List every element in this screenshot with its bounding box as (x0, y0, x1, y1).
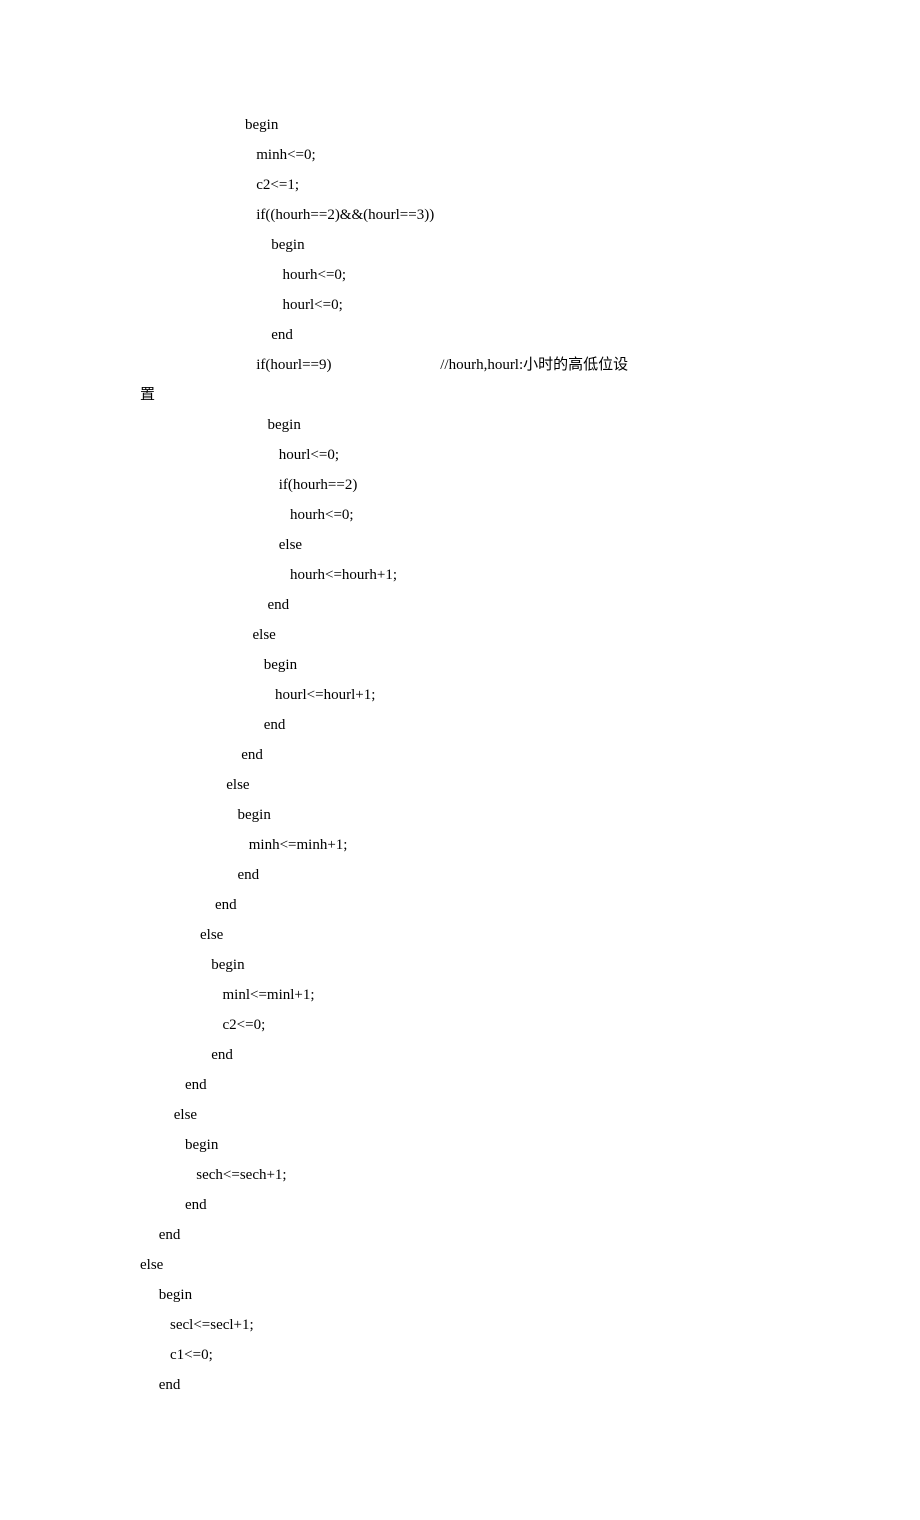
document-page: begin minh<=0; c2<=1; if((hourh==2)&&(ho… (0, 0, 920, 1520)
code-block: begin minh<=0; c2<=1; if((hourh==2)&&(ho… (140, 117, 628, 1393)
